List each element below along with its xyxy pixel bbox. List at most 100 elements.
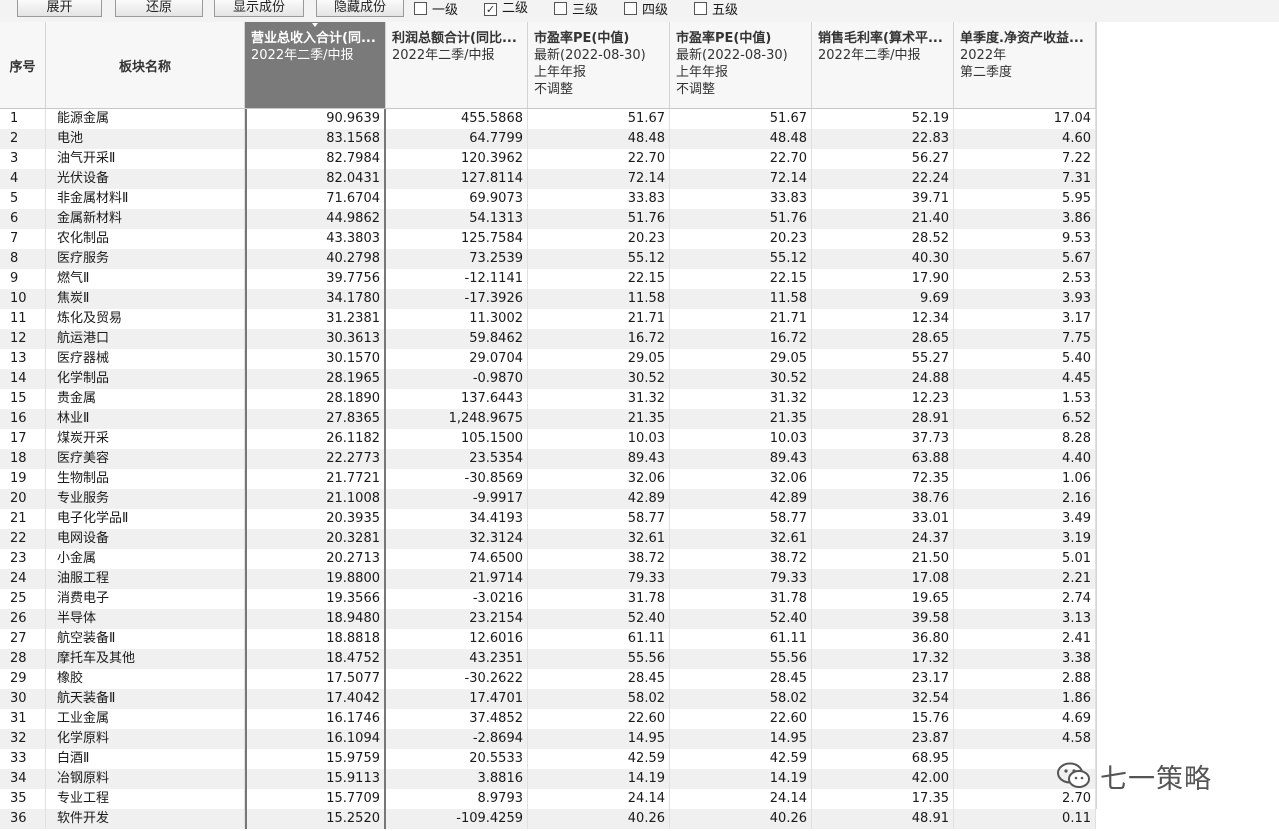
checkbox-box[interactable] [624,2,637,15]
quarterly-roe-value: 3.19 [954,529,1096,549]
pe-median-value-2: 29.05 [670,349,812,369]
row-index: 25 [0,589,46,609]
pe-median-value-2: 61.11 [670,629,812,649]
show-constituents-button[interactable]: 显示成份 [214,0,304,17]
profit-growth-value: 8.9793 [386,789,528,809]
table-row[interactable]: 35 专业工程 15.7709 8.9793 24.14 24.14 17.35 2.70 [0,789,1096,809]
hide-constituents-button[interactable]: 隐藏成份 [316,0,404,17]
table-row[interactable]: 7 农化制品 43.3803 125.7584 20.23 20.23 28.52 9.53 [0,229,1096,249]
checkbox-box[interactable] [414,2,427,15]
table-row[interactable]: 26 半导体 18.9480 23.2154 52.40 52.40 39.58 3.13 [0,609,1096,629]
profit-growth-value: 37.4852 [386,709,528,729]
table-row[interactable]: 28 摩托车及其他 18.4752 43.2351 55.56 55.56 17.32 3.3… [0,649,1096,669]
table-row[interactable]: 11 炼化及贸易 31.2381 11.3002 21.71 21.71 12.34 3.17 [0,309,1096,329]
column-header-pe-median-1[interactable]: 市盈率PE(中值) 最新(2022-08-30) 上年年报 不调整 [528,22,670,108]
table-row[interactable]: 19 生物制品 21.7721 -30.8569 32.06 32.06 72.35 1.06 [0,469,1096,489]
table-row[interactable]: 22 电网设备 20.3281 32.3124 32.61 32.61 24.37 3.19 [0,529,1096,549]
pe-median-value-2: 42.89 [670,489,812,509]
revenue-growth-value: 18.4752 [245,649,386,669]
table-row[interactable]: 5 非金属材料Ⅱ 71.6704 69.9073 33.83 33.83 39.71 5.95 [0,189,1096,209]
sector-name: 非金属材料Ⅱ [46,189,245,209]
profit-growth-value: 29.0704 [386,349,528,369]
table-row[interactable]: 29 橡胶 17.5077 -30.2622 28.45 28.45 23.17 2.88 [0,669,1096,689]
header-title: 利润总额合计(同比... [392,31,517,46]
table-row[interactable]: 4 光伏设备 82.0431 127.8114 72.14 72.14 22.24 7.31 [0,169,1096,189]
gross-margin-value: 37.73 [812,429,954,449]
expand-button[interactable]: 展开 [17,0,102,17]
table-row[interactable]: 15 贵金属 28.1890 137.6443 31.32 31.32 12.23 1.53 [0,389,1096,409]
table-row[interactable]: 27 航空装备Ⅱ 18.8818 12.6016 61.11 61.11 36.80 2.41 [0,629,1096,649]
gross-margin-value: 17.35 [812,789,954,809]
sector-name: 消费电子 [46,589,245,609]
sector-name: 工业金属 [46,709,245,729]
column-header-profit-growth[interactable]: 利润总额合计(同比... 2022年二季/中报 [386,22,528,108]
restore-button[interactable]: 还原 [115,0,203,17]
table-row[interactable]: 8 医疗服务 40.2798 73.2539 55.12 55.12 40.30 5.67 [0,249,1096,269]
checkbox-box-checked[interactable]: ✓ [484,3,497,16]
table-row[interactable]: 25 消费电子 19.3566 -3.0216 31.78 31.78 19.65 2.74 [0,589,1096,609]
watermark-text: 七一策略 [1100,763,1212,795]
table-row[interactable]: 23 小金属 20.2713 74.6500 38.72 38.72 21.50 5.01 [0,549,1096,569]
gross-margin-value: 24.37 [812,529,954,549]
column-header-sector-name[interactable]: 板块名称 [46,22,245,108]
table-row[interactable]: 18 医疗美容 22.2773 23.5354 89.43 89.43 63.88 4.40 [0,449,1096,469]
revenue-growth-value: 30.1570 [245,349,386,369]
profit-growth-value: 59.8462 [386,329,528,349]
quarterly-roe-value: 3.49 [954,509,1096,529]
column-header-index[interactable]: 序号 [0,22,46,108]
level-2-checkbox[interactable]: ✓ 二级 [484,2,528,18]
table-row[interactable]: 14 化学制品 28.1965 -0.9870 30.52 30.52 24.88 4.45 [0,369,1096,389]
table-row[interactable]: 1 能源金属 90.9639 455.5868 51.67 51.67 52.19 17.04 [0,109,1096,129]
pe-median-value-2: 52.40 [670,609,812,629]
table-row[interactable]: 21 电子化学品Ⅱ 20.3935 34.4193 58.77 58.77 33.01 3.4… [0,509,1096,529]
revenue-growth-value: 22.2773 [245,449,386,469]
row-index: 23 [0,549,46,569]
revenue-growth-value: 39.7756 [245,269,386,289]
revenue-growth-value: 83.1568 [245,129,386,149]
table-row[interactable]: 36 软件开发 15.2520 -109.4259 40.26 40.26 48.91 0.1… [0,809,1096,829]
table-row[interactable]: 13 医疗器械 30.1570 29.0704 29.05 29.05 55.27 5.40 [0,349,1096,369]
quarterly-roe-value: 7.22 [954,149,1096,169]
revenue-growth-value: 20.3281 [245,529,386,549]
revenue-growth-value: 21.1008 [245,489,386,509]
level-1-checkbox[interactable]: 一级 [414,2,458,18]
gross-margin-value: 28.65 [812,329,954,349]
table-row[interactable]: 16 林业Ⅱ 27.8365 1,248.9675 21.35 21.35 28.91 6.5… [0,409,1096,429]
row-index: 12 [0,329,46,349]
table-row[interactable]: 20 专业服务 21.1008 -9.9917 42.89 42.89 38.76 2.16 [0,489,1096,509]
table-row[interactable]: 17 煤炭开采 26.1182 105.1500 10.03 10.03 37.73 8.28 [0,429,1096,449]
table-row[interactable]: 30 航天装备Ⅱ 17.4042 17.4701 58.02 58.02 32.54 1.86 [0,689,1096,709]
header-title: 销售毛利率(算术平... [818,31,943,46]
pe-median-value-2: 21.35 [670,409,812,429]
table-row[interactable]: 9 燃气Ⅱ 39.7756 -12.1141 22.15 22.15 17.90 2.53 [0,269,1096,289]
pe-median-value: 30.52 [528,369,670,389]
checkbox-box[interactable] [554,2,567,15]
table-row[interactable]: 34 冶钢原料 15.9113 3.8816 14.19 14.19 42.00 [0,769,1096,789]
profit-growth-value: 64.7799 [386,129,528,149]
table-row[interactable]: 33 白酒Ⅱ 15.9759 20.5533 42.59 42.59 68.95 [0,749,1096,769]
table-row[interactable]: 2 电池 83.1568 64.7799 48.48 48.48 22.83 4.60 [0,129,1096,149]
column-header-gross-margin[interactable]: 销售毛利率(算术平... 2022年二季/中报 [812,22,954,108]
pe-median-value-2: 51.76 [670,209,812,229]
column-header-revenue-growth[interactable]: 营业总收入合计(同... 2022年二季/中报 [245,22,386,108]
checkbox-box[interactable] [694,2,707,15]
table-row[interactable]: 10 焦炭Ⅱ 34.1780 -17.3926 11.58 11.58 9.69 3.93 [0,289,1096,309]
gross-margin-value: 63.88 [812,449,954,469]
pe-median-value: 11.58 [528,289,670,309]
table-row[interactable]: 6 金属新材料 44.9862 54.1313 51.76 51.76 21.40 3.86 [0,209,1096,229]
quarterly-roe-value: 2.74 [954,589,1096,609]
table-row[interactable]: 31 工业金属 16.1746 37.4852 22.60 22.60 15.76 4.69 [0,709,1096,729]
revenue-growth-value: 16.1094 [245,729,386,749]
column-header-pe-median-2[interactable]: 市盈率PE(中值) 最新(2022-08-30) 上年年报 不调整 [670,22,812,108]
level-5-checkbox[interactable]: 五级 [694,2,738,18]
table-row[interactable]: 3 油气开采Ⅱ 82.7984 120.3962 22.70 22.70 56.27 7.22 [0,149,1096,169]
revenue-growth-value: 19.8800 [245,569,386,589]
level-4-checkbox[interactable]: 四级 [624,2,668,18]
level-3-checkbox[interactable]: 三级 [554,2,598,18]
column-header-quarterly-roe[interactable]: 单季度.净资产收益... 2022年 第二季度 [954,22,1096,108]
table-header: 序号 板块名称 营业总收入合计(同... 2022年二季/中报 利润总额合计(同… [0,22,1279,109]
row-index: 9 [0,269,46,289]
table-row[interactable]: 24 油服工程 19.8800 21.9714 79.33 79.33 17.08 2.21 [0,569,1096,589]
table-row[interactable]: 12 航运港口 30.3613 59.8462 16.72 16.72 28.65 7.75 [0,329,1096,349]
table-row[interactable]: 32 化学原料 16.1094 -2.8694 14.95 14.95 23.87 4.58 [0,729,1096,749]
